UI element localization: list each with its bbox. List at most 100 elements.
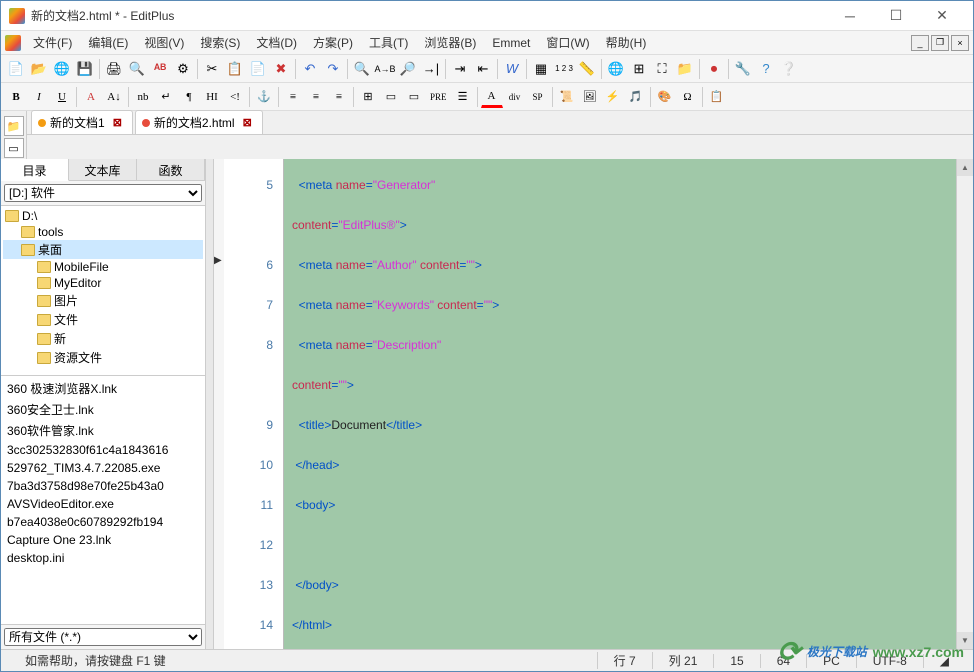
menu-file[interactable]: 文件(F) [25,32,80,53]
new-file-icon[interactable]: 📄 [5,58,27,80]
delete-icon[interactable]: ✖ [270,58,292,80]
code-content[interactable]: <meta name="Generator"content="EditPlus®… [284,159,956,649]
color-picker-icon[interactable]: 🎨 [654,86,676,108]
replace-icon[interactable]: A→B [374,58,396,80]
object-icon[interactable]: 🎵 [625,86,647,108]
menu-browser[interactable]: 浏览器(B) [416,32,484,53]
anchor-button[interactable]: ⚓ [253,86,275,108]
underline-button[interactable]: U [51,86,73,108]
align-right-icon[interactable]: ≡ [328,86,350,108]
sidebar-tab-cliptext[interactable]: 文本库 [69,159,137,180]
open-remote-icon[interactable]: 🌐 [51,58,73,80]
directory-icon[interactable]: 📁 [674,58,696,80]
ruler-icon[interactable]: 📏 [576,58,598,80]
list-icon[interactable]: ☰ [452,86,474,108]
browser-preview-icon[interactable]: 🌐 [605,58,627,80]
tree-item[interactable]: 图片 [3,291,203,310]
file-item[interactable]: 360软件管家.lnk [3,420,203,441]
tab-close-icon[interactable]: ⊠ [113,116,122,129]
menu-emmet[interactable]: Emmet [484,34,538,52]
align-center-icon[interactable]: ≡ [305,86,327,108]
indent-icon[interactable]: ⇥ [449,58,471,80]
outdent-icon[interactable]: ⇤ [472,58,494,80]
char-map-icon[interactable]: Ω [677,86,699,108]
italic-button[interactable]: I [28,86,50,108]
context-help-icon[interactable]: ❔ [778,58,800,80]
menu-document[interactable]: 文档(D) [248,32,305,53]
comment-button[interactable]: <! [224,86,246,108]
save-icon[interactable]: 💾 [74,58,96,80]
file-item[interactable]: desktop.ini [3,549,203,567]
tree-item[interactable]: D:\ [3,208,203,224]
goto-line-icon[interactable]: →| [420,58,442,80]
menu-edit[interactable]: 编辑(E) [80,32,136,53]
file-item[interactable]: 7ba3d3758d98e70fe25b43a0 [3,477,203,495]
menu-search[interactable]: 搜索(S) [192,32,248,53]
tab-doc1[interactable]: 新的文档1 ⊠ [31,110,133,134]
file-item[interactable]: 529762_TIM3.4.7.22085.exe [3,459,203,477]
pre-button[interactable]: PRE [426,86,451,108]
tree-item[interactable]: tools [3,224,203,240]
file-item[interactable]: 360 极速浏览器X.lnk [3,378,203,399]
tab-close-icon[interactable]: ⊠ [243,116,252,129]
sidebar-tab-directory[interactable]: 目录 [1,159,69,181]
code-editor[interactable]: 56789101112131415 <meta name="Generator"… [224,159,956,649]
table-icon[interactable]: ⊞ [357,86,379,108]
maximize-button[interactable]: ☐ [873,2,919,30]
template-icon[interactable]: 📋 [706,86,728,108]
input-icon[interactable]: ▭ [403,86,425,108]
file-item[interactable]: b7ea4038e0c60789292fb194 [3,513,203,531]
file-item[interactable]: Capture One 23.lnk [3,531,203,549]
span-button[interactable]: SP [527,86,549,108]
tree-item[interactable]: 桌面 [3,240,203,259]
window-list-icon[interactable]: ⊞ [628,58,650,80]
file-item[interactable]: 360安全卫士.lnk [3,399,203,420]
redo-icon[interactable]: ↷ [322,58,344,80]
mdi-minimize[interactable]: _ [911,35,929,51]
cut-icon[interactable]: ✂ [201,58,223,80]
mdi-restore[interactable]: ❐ [931,35,949,51]
font-size-button[interactable]: A↓ [103,86,125,108]
menu-tools[interactable]: 工具(T) [361,32,416,53]
drive-selector[interactable]: [D:] 软件 [4,184,202,202]
fullscreen-icon[interactable]: ⛶ [651,58,673,80]
file-item[interactable]: 3cc302532830f61c4a1843616 [3,441,203,459]
toggle-output-icon[interactable]: ▭ [4,138,24,158]
br-button[interactable]: ↵ [155,86,177,108]
menu-help[interactable]: 帮助(H) [598,32,655,53]
sidebar-tab-functions[interactable]: 函数 [137,159,205,180]
help-icon[interactable]: ? [755,58,777,80]
align-left-icon[interactable]: ≡ [282,86,304,108]
menu-project[interactable]: 方案(P) [305,32,361,53]
spellcheck-icon[interactable]: ᴬᴮ [149,58,171,80]
column-marker-icon[interactable]: ▦ [530,58,552,80]
script-icon[interactable]: 📜 [556,86,578,108]
file-list[interactable]: 360 极速浏览器X.lnk360安全卫士.lnk360软件管家.lnk3cc3… [1,376,205,624]
image-icon[interactable]: 🖼 [579,86,601,108]
preferences-icon[interactable]: ⚙ [172,58,194,80]
toggle-directory-icon[interactable]: 📁 [4,116,24,136]
tree-item[interactable]: MobileFile [3,259,203,275]
print-preview-icon[interactable]: 🔍 [126,58,148,80]
div-button[interactable]: div [504,86,526,108]
file-filter-selector[interactable]: 所有文件 (*.*) [4,628,202,646]
record-macro-icon[interactable]: ⏺ [703,58,725,80]
form-icon[interactable]: ▭ [380,86,402,108]
nbsp-button[interactable]: nb [132,86,154,108]
undo-icon[interactable]: ↶ [299,58,321,80]
vertical-scrollbar[interactable] [956,159,973,649]
mdi-close[interactable]: × [951,35,969,51]
find-icon[interactable]: 🔍 [351,58,373,80]
close-button[interactable]: ✕ [919,2,965,30]
folder-tree[interactable]: D:\tools桌面MobileFileMyEditor图片文件新资源文件 [1,206,205,376]
status-resize-grip[interactable]: ◢ [923,654,965,668]
line-number-icon[interactable]: 1 2 3 [553,58,575,80]
print-icon[interactable]: 🖨 [103,58,125,80]
tab-doc2[interactable]: 新的文档2.html ⊠ [135,110,263,134]
find-in-files-icon[interactable]: 🔎 [397,58,419,80]
menu-window[interactable]: 窗口(W) [538,32,597,53]
file-item[interactable]: AVSVideoEditor.exe [3,495,203,513]
menu-view[interactable]: 视图(V) [136,32,192,53]
flash-icon[interactable]: ⚡ [602,86,624,108]
copy-icon[interactable]: 📋 [224,58,246,80]
